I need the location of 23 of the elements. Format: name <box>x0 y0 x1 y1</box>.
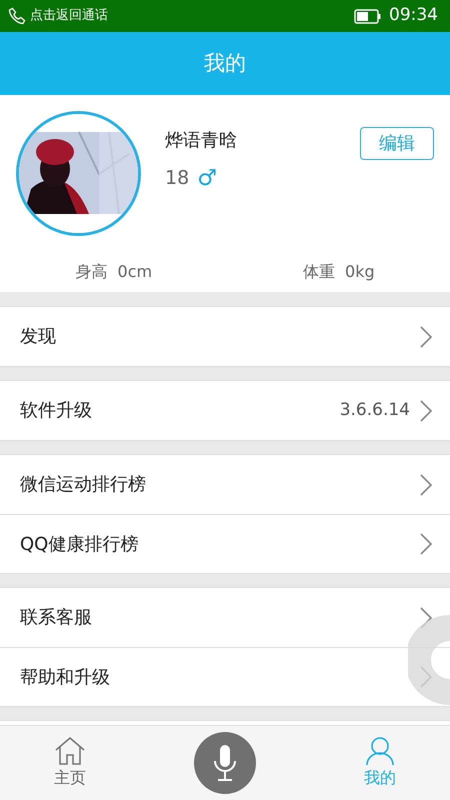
chevron-icon <box>420 474 432 496</box>
page-title: 我的 <box>204 50 246 77</box>
chevron-icon <box>420 326 432 348</box>
chevron-icon <box>420 533 432 555</box>
stat-text: 体重 0kg <box>302 261 375 283</box>
microphone-icon <box>211 743 239 783</box>
user-age: 18 <box>165 166 190 192</box>
chevron-icon <box>420 400 432 422</box>
person-icon <box>365 736 395 766</box>
clock-time: 09:34 <box>389 4 438 28</box>
version-text: 3.6.6.14 <box>340 398 410 422</box>
tab[interactable]: 主页 <box>54 736 86 790</box>
call-return-text[interactable]: 点击返回通话 <box>30 6 108 26</box>
stat-text: 身高 0cm <box>75 261 152 283</box>
menu-item[interactable]: 发现 <box>0 307 450 366</box>
phone-icon <box>8 7 26 25</box>
home-icon <box>54 736 86 766</box>
menu-item[interactable]: 微信运动排行榜 <box>0 455 450 514</box>
battery-icon <box>354 8 381 24</box>
user-name: 烨语青晗 <box>165 129 237 153</box>
menu-item[interactable]: QQ健康排行榜 <box>0 514 450 573</box>
menu-item[interactable]: 软件升级 3.6.6.14 <box>0 381 450 440</box>
gender-symbol: ♂ <box>197 165 217 193</box>
